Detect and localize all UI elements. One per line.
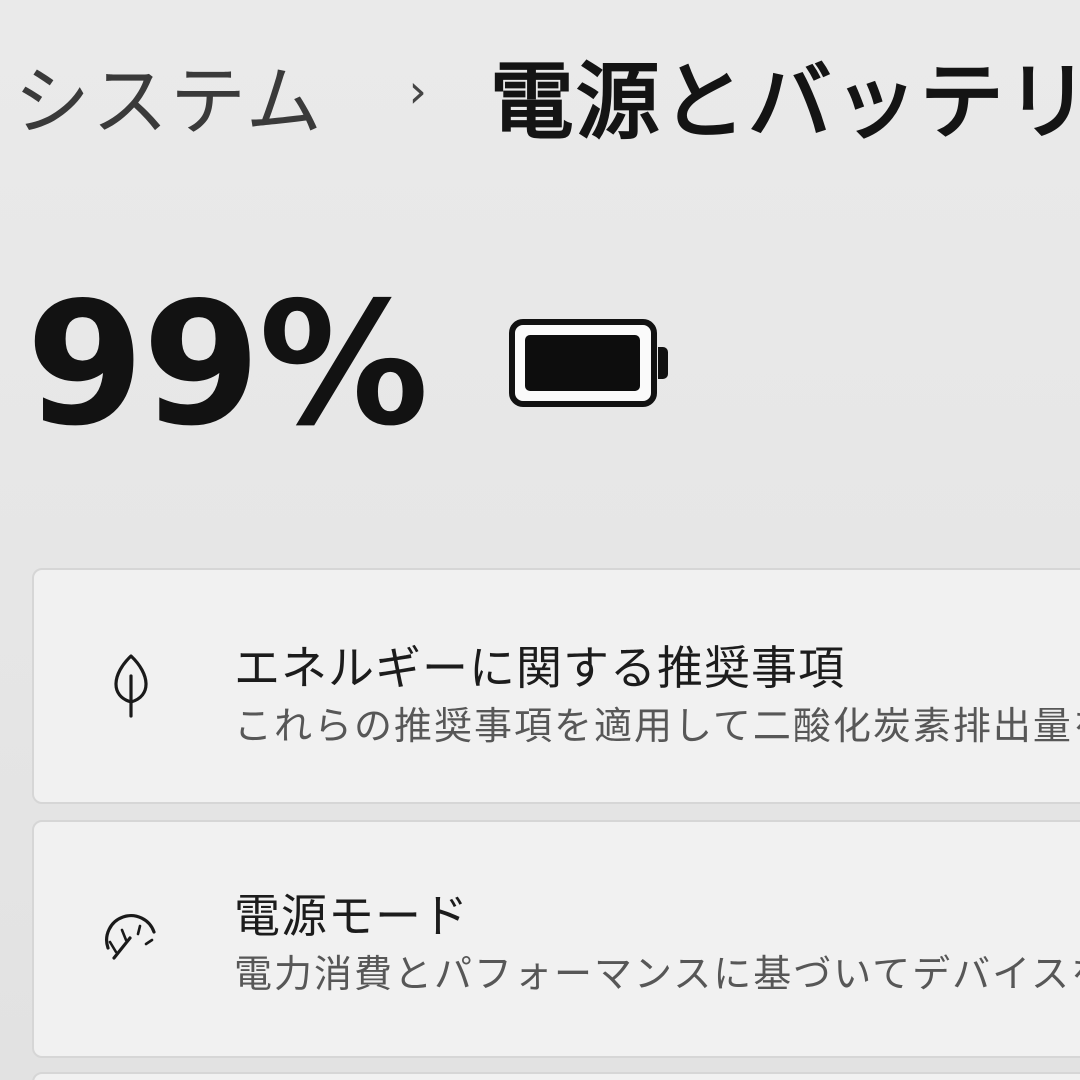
battery-summary: 99% [26,270,673,460]
power-mode-card[interactable]: 電源モード 電力消費とパフォーマンスに基づいてデバイスを最適化 [32,820,1080,1058]
battery-level-fill [524,335,640,391]
breadcrumb-chevron-icon: › [408,64,427,118]
energy-recommendations-text: エネルギーに関する推奨事項 これらの推奨事項を適用して二酸化炭素排出量を削 [234,638,1080,754]
page-title: 電源とバッテリー [489,52,1080,151]
battery-body [508,319,657,407]
power-mode-title: 電源モード [234,889,469,943]
settings-page: システム › 電源とバッテリー 99% エネルギーに関する推奨事項 これらの推奨… [0,0,1080,1080]
energy-recommendations-title: エネルギーに関する推奨事項 [234,641,845,695]
next-setting-card[interactable] [32,1072,1080,1080]
breadcrumb: システム › 電源とバッテリー [14,40,1080,151]
power-mode-description: 電力消費とパフォーマンスに基づいてデバイスを最適化 [234,952,1080,996]
battery-full-icon [508,319,673,411]
gauge-icon [100,902,162,972]
breadcrumb-system-link[interactable]: システム [14,40,324,150]
leaf-icon [100,650,162,720]
energy-recommendations-card[interactable]: エネルギーに関する推奨事項 これらの推奨事項を適用して二酸化炭素排出量を削 [32,568,1080,804]
battery-terminal [657,347,668,379]
power-mode-text: 電源モード 電力消費とパフォーマンスに基づいてデバイスを最適化 [234,886,1080,1002]
energy-recommendations-description: これらの推奨事項を適用して二酸化炭素排出量を削 [234,704,1080,748]
battery-percentage: 99% [26,266,429,464]
